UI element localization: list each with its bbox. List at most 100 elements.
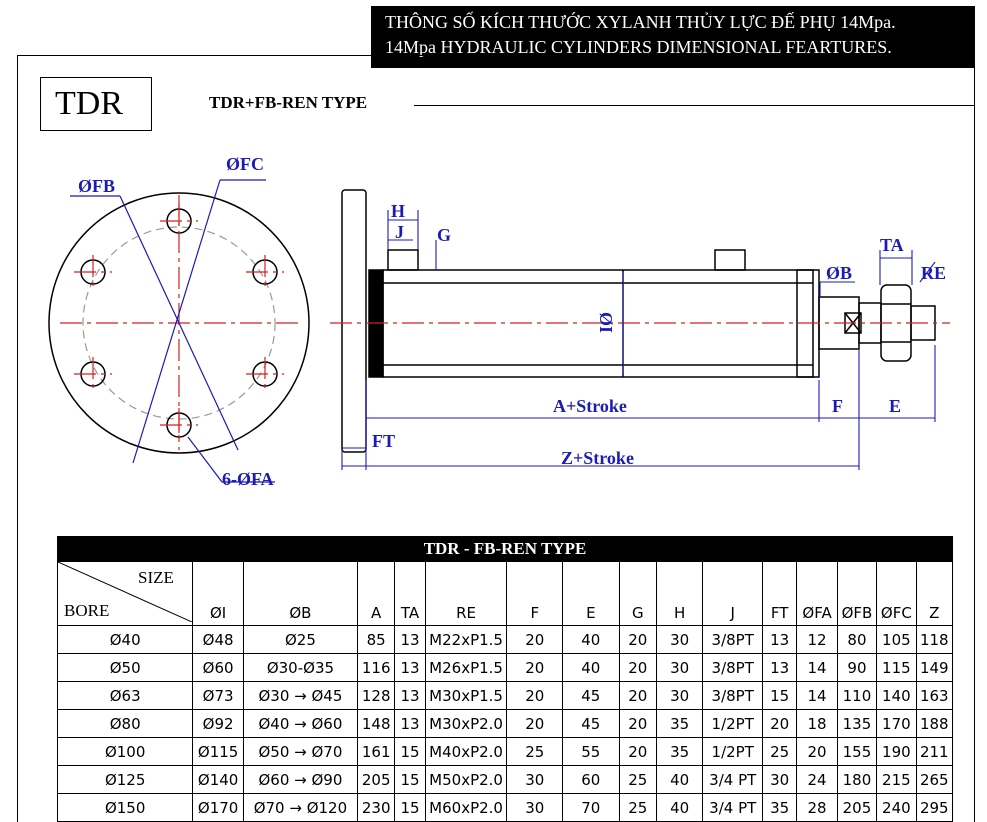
table-cell: 15 <box>394 737 426 766</box>
table-cell: 25 <box>618 793 657 822</box>
table-cell: 140 <box>876 681 917 710</box>
table-cell: 30 <box>506 793 564 822</box>
side-dimensions <box>341 210 936 470</box>
table-cell: 20 <box>762 709 798 738</box>
column-header: FT <box>762 561 798 626</box>
column-header: A <box>356 561 396 626</box>
column-header: F <box>506 561 564 626</box>
table-row: Ø50 Ø60 Ø30-Ø35 116 13 M26xP1.5 20 40 20 30 3/8PT 1… <box>56 653 954 682</box>
table-cell: Ø40 → Ø60 <box>242 709 359 738</box>
table-cell: Ø25 <box>242 625 359 654</box>
label-fc: ØFC <box>226 154 264 174</box>
table-cell: M30xP2.0 <box>424 709 508 738</box>
table-cell: 20 <box>618 709 657 738</box>
table-cell: 30 <box>506 765 564 794</box>
spec-table: TDR - FB-REN TYPE SIZE BORE ØI ØB A TA RE F E G… <box>56 536 954 822</box>
column-header: TA <box>394 561 426 626</box>
size-label: SIZE <box>138 568 174 587</box>
table-header-row: SIZE BORE ØI ØB A TA RE F E G H J FT ØFA ØFB ØFC Z <box>56 561 954 626</box>
table-title: TDR - FB-REN TYPE <box>57 536 953 562</box>
table-cell: 14 <box>796 681 838 710</box>
table-cell: 28 <box>796 793 838 822</box>
table-cell: 3/8PT <box>702 681 764 710</box>
bore-label: BORE <box>64 601 110 620</box>
table-cell: 115 <box>876 653 917 682</box>
table-cell: M40xP2.0 <box>424 737 508 766</box>
table-cell: 20 <box>506 653 564 682</box>
table-cell: 45 <box>562 681 620 710</box>
column-header: ØFA <box>796 561 838 626</box>
table-cell: 35 <box>762 793 798 822</box>
column-header: ØFB <box>836 561 878 626</box>
table-cell: Ø30 → Ø45 <box>242 681 359 710</box>
column-header: ØB <box>242 561 359 626</box>
table-cell: M50xP2.0 <box>424 765 508 794</box>
table-cell: Ø115 <box>192 737 244 766</box>
table-cell: 12 <box>796 625 838 654</box>
cylinder-drawing: ØFB ØFC 6-ØFA H J G TA ØB RE ØI A+Stroke… <box>48 154 950 489</box>
table-cell: 205 <box>356 765 396 794</box>
table-cell: 205 <box>836 793 878 822</box>
bore-cell: Ø50 <box>56 653 194 682</box>
table-cell: 18 <box>796 709 838 738</box>
bore-cell: Ø63 <box>56 681 194 710</box>
table-cell: 30 <box>762 765 798 794</box>
table-cell: 3/4 PT <box>702 765 764 794</box>
table-cell: M26xP1.5 <box>424 653 508 682</box>
table-cell: 45 <box>562 709 620 738</box>
table-cell: 30 <box>655 625 704 654</box>
table-cell: 20 <box>618 625 657 654</box>
size-bore-corner: SIZE BORE <box>56 561 194 626</box>
table-cell: 20 <box>618 653 657 682</box>
table-cell: 20 <box>506 709 564 738</box>
table-row: Ø80 Ø92 Ø40 → Ø60 148 13 M30xP2.0 20 45 20 35 1/2P… <box>56 709 954 738</box>
bore-cell: Ø100 <box>56 737 194 766</box>
table-cell: Ø30-Ø35 <box>242 653 359 682</box>
label-i: ØI <box>596 312 616 333</box>
table-cell: 110 <box>836 681 878 710</box>
table-cell: 215 <box>876 765 917 794</box>
table-cell: 20 <box>618 681 657 710</box>
table-cell: 230 <box>356 793 396 822</box>
table-cell: 55 <box>562 737 620 766</box>
table-cell: 240 <box>876 793 917 822</box>
table-row: Ø125 Ø140 Ø60 → Ø90 205 15 M50xP2.0 30 60 25 40 3/… <box>56 765 954 794</box>
label-ft: FT <box>372 431 395 451</box>
table-cell: 265 <box>915 765 954 794</box>
label-ta: TA <box>880 235 904 255</box>
table-row: Ø100 Ø115 Ø50 → Ø70 161 15 M40xP2.0 25 55 20 35 1/… <box>56 737 954 766</box>
table-cell: 3/4 PT <box>702 793 764 822</box>
label-fa: 6-ØFA <box>222 469 274 489</box>
table-cell: 180 <box>836 765 878 794</box>
table-cell: Ø70 → Ø120 <box>242 793 359 822</box>
table-cell: 128 <box>356 681 396 710</box>
table-cell: 13 <box>394 681 426 710</box>
table-cell: 105 <box>876 625 917 654</box>
column-header: H <box>655 561 704 626</box>
table-cell: Ø170 <box>192 793 244 822</box>
table-cell: 14 <box>796 653 838 682</box>
table-cell: 90 <box>836 653 878 682</box>
table-row: Ø150 Ø170 Ø70 → Ø120 230 15 M60xP2.0 30 70 25 40 3… <box>56 793 954 822</box>
table-cell: 85 <box>356 625 396 654</box>
table-cell: 1/2PT <box>702 709 764 738</box>
table-cell: 40 <box>562 653 620 682</box>
table-cell: 35 <box>655 737 704 766</box>
table-cell: Ø48 <box>192 625 244 654</box>
table-row: Ø40 Ø48 Ø25 85 13 M22xP1.5 20 40 20 30 3/8PT 13 12 80… <box>56 625 954 654</box>
table-cell: M60xP2.0 <box>424 793 508 822</box>
bore-cell: Ø150 <box>56 793 194 822</box>
table-cell: 15 <box>394 793 426 822</box>
label-fb: ØFB <box>78 176 115 196</box>
table-cell: 24 <box>796 765 838 794</box>
label-h: H <box>391 201 405 221</box>
bore-cell: Ø125 <box>56 765 194 794</box>
table-cell: 40 <box>655 793 704 822</box>
table-cell: 40 <box>655 765 704 794</box>
table-cell: 13 <box>394 709 426 738</box>
table-cell: 188 <box>915 709 954 738</box>
table-cell: 155 <box>836 737 878 766</box>
column-header: G <box>618 561 657 626</box>
table-cell: 60 <box>562 765 620 794</box>
label-a-stroke: A+Stroke <box>553 396 627 416</box>
